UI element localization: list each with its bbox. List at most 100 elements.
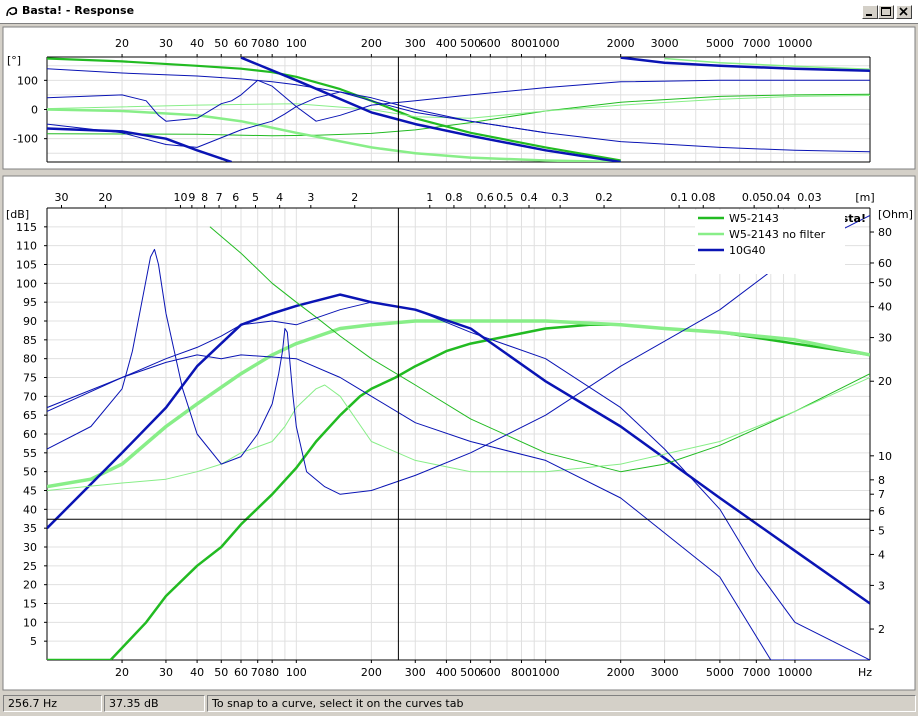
mag-y-tick-label: 10	[23, 616, 37, 629]
mag-y-tick-label: 105	[16, 259, 37, 272]
status-hint: To snap to a curve, select it on the cur…	[207, 695, 916, 712]
mag-x-tick-label: 5000	[706, 666, 734, 679]
maximize-button[interactable]	[878, 5, 894, 19]
mag-y-tick-label: 100	[16, 277, 37, 290]
mag-x-tick-label: 20	[115, 666, 129, 679]
mag-x-tick-label: 200	[361, 666, 382, 679]
mag-right-tick-label: 40	[878, 301, 892, 314]
mag-x-tick-label: 80	[265, 666, 279, 679]
mag-right-tick-label: 50	[878, 277, 892, 290]
legend-label: 10G40	[729, 244, 766, 257]
mag-y-tick-label: 85	[23, 334, 37, 347]
status-frequency: 256.7 Hz	[3, 695, 102, 712]
minimize-icon	[866, 14, 872, 16]
mag-right-tick-label: 5	[878, 524, 885, 537]
mag-y-tick-label: 110	[16, 240, 37, 253]
mag-top-tick-label: 10	[173, 191, 187, 204]
mag-right-tick-label: 8	[878, 474, 885, 487]
mag-top-tick-label: 0.5	[496, 191, 514, 204]
mag-top-tick-label: 2	[351, 191, 358, 204]
mag-y-tick-label: 55	[23, 447, 37, 460]
mag-x-axis-label: Hz	[858, 666, 872, 679]
phase-x-tick-label: 800	[511, 37, 532, 50]
phase-y-tick-label: 0	[31, 104, 38, 117]
phase-x-tick-label: 50	[214, 37, 228, 50]
mag-x-tick-label: 600	[480, 666, 501, 679]
mag-right-tick-label: 10	[878, 450, 892, 463]
mag-right-tick-label: 20	[878, 375, 892, 388]
mag-x-tick-label: 300	[405, 666, 426, 679]
mag-top-tick-label: 6	[232, 191, 239, 204]
mag-y-tick-label: 75	[23, 372, 37, 385]
mag-top-tick-label: 7	[216, 191, 223, 204]
mag-right-tick-label: 2	[878, 623, 885, 636]
mag-x-tick-label: 400	[436, 666, 457, 679]
mag-right-tick-label: 30	[878, 332, 892, 345]
mag-top-tick-label: 0.08	[691, 191, 716, 204]
mag-y-tick-label: 25	[23, 560, 37, 573]
mag-top-tick-label: 9	[188, 191, 195, 204]
mag-right-axis-label: [Ohm]	[878, 208, 913, 221]
close-button[interactable]	[896, 5, 912, 19]
phase-x-tick-label: 400	[436, 37, 457, 50]
mag-top-tick-label: 4	[276, 191, 283, 204]
phase-y-tick-label: 100	[17, 74, 38, 87]
mag-y-tick-label: 20	[23, 579, 37, 592]
charts-area: 20 30 40 50 60 70 80 100 200 300 400 500 600 800 1000 2…	[0, 24, 918, 692]
mag-y-tick-label: 35	[23, 522, 37, 535]
mag-top-tick-label: 0.4	[520, 191, 538, 204]
mag-x-tick-label: 500	[460, 666, 481, 679]
mag-x-tick-label: 2000	[607, 666, 635, 679]
mag-right-tick-label: 4	[878, 548, 885, 561]
phase-x-tick-label: 1000	[532, 37, 560, 50]
mag-top-tick-label: 8	[201, 191, 208, 204]
legend-label: W5-2143	[729, 212, 779, 225]
phase-x-tick-label: 500	[460, 37, 481, 50]
phase-x-tick-label: 70	[251, 37, 265, 50]
minimize-button[interactable]	[862, 5, 878, 19]
phase-x-tick-label: 20	[115, 37, 129, 50]
mag-y-tick-label: 5	[30, 635, 37, 648]
mag-x-tick-label: 7000	[742, 666, 770, 679]
app-icon	[6, 7, 18, 17]
mag-top-tick-label: 3	[307, 191, 314, 204]
mag-right-tick-label: 6	[878, 505, 885, 518]
phase-x-tick-label: 2000	[607, 37, 635, 50]
status-bar: 256.7 Hz 37.35 dB To snap to a curve, se…	[0, 692, 918, 716]
close-icon	[899, 7, 908, 16]
mag-x-tick-label: 100	[286, 666, 307, 679]
phase-x-tick-label: 200	[361, 37, 382, 50]
mag-top-tick-label: 1	[426, 191, 433, 204]
mag-y-tick-label: 30	[23, 541, 37, 554]
title-bar: Basta! - Response	[0, 0, 918, 24]
mag-y-tick-label: 65	[23, 409, 37, 422]
phase-x-tick-label: 30	[159, 37, 173, 50]
mag-x-tick-label: 70	[251, 666, 265, 679]
maximize-icon	[881, 7, 891, 16]
mag-y-tick-label: 80	[23, 353, 37, 366]
mag-x-tick-label: 30	[159, 666, 173, 679]
phase-y-axis-label: [°]	[7, 54, 21, 67]
mag-y-tick-label: 15	[23, 598, 37, 611]
mag-x-tick-label: 60	[234, 666, 248, 679]
legend: W5-2143 W5-2143 no filter 10G40	[695, 210, 845, 274]
mag-x-tick-label: 3000	[651, 666, 679, 679]
mag-y-tick-label: 45	[23, 485, 37, 498]
mag-top-tick-label: 0.3	[551, 191, 569, 204]
phase-x-tick-label: 40	[190, 37, 204, 50]
phase-y-tick-label: -100	[13, 133, 38, 146]
mag-top-tick-label: 0.03	[797, 191, 822, 204]
phase-x-tick-label: 10000	[777, 37, 812, 50]
mag-x-tick-label: 800	[511, 666, 532, 679]
mag-top-tick-label: 5	[252, 191, 259, 204]
mag-y-tick-label: 60	[23, 428, 37, 441]
mag-right-tick-label: 60	[878, 257, 892, 270]
mag-y-tick-label: 90	[23, 315, 37, 328]
mag-top-tick-label: 30	[55, 191, 69, 204]
phase-x-tick-label: 300	[405, 37, 426, 50]
mag-y-tick-label: 50	[23, 466, 37, 479]
window-title: Basta! - Response	[22, 4, 135, 17]
mag-top-tick-label: 0.05	[742, 191, 767, 204]
mag-right-tick-label: 80	[878, 226, 892, 239]
mag-top-tick-label: 0.04	[766, 191, 791, 204]
